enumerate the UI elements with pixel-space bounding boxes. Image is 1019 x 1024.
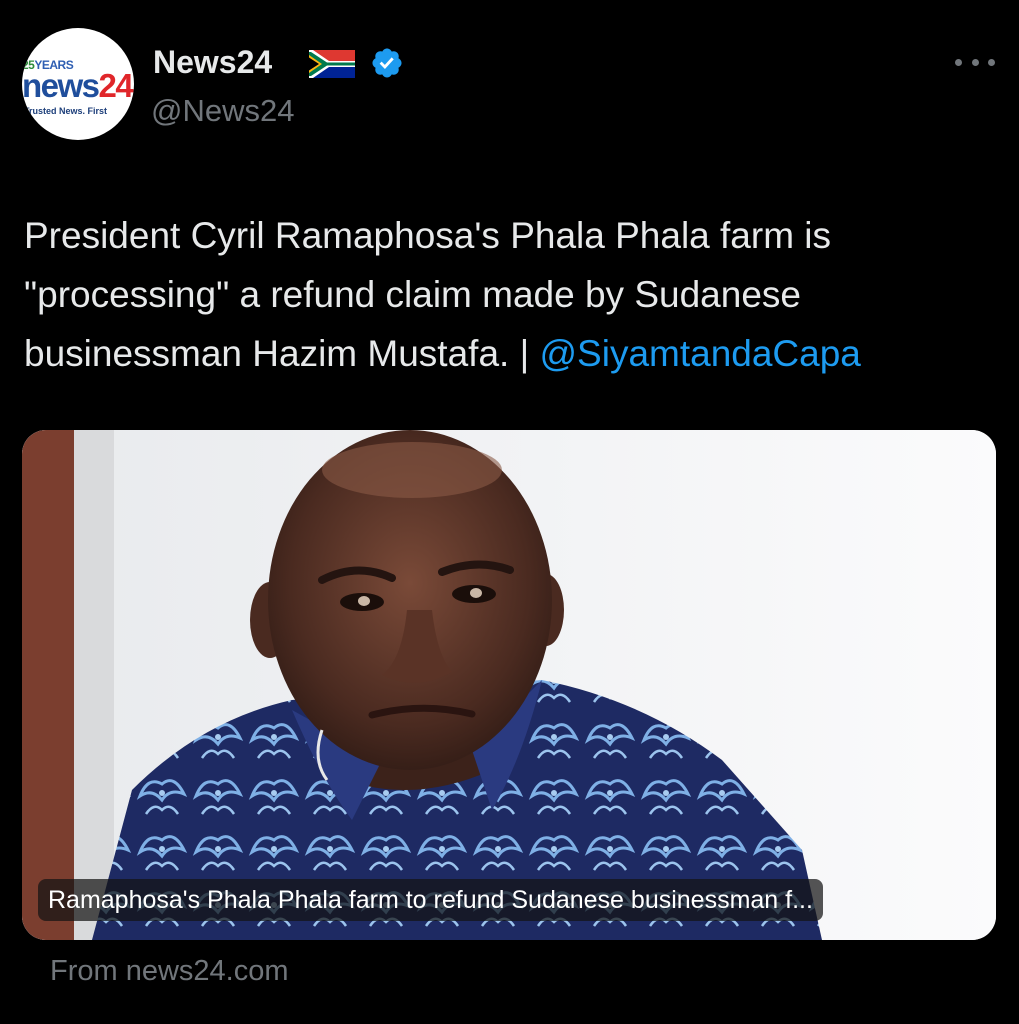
avatar-logo: news24 <box>22 67 134 104</box>
more-options-icon[interactable] <box>955 55 995 69</box>
south-africa-flag-icon <box>309 50 355 78</box>
avatar-tagline: Trusted News. First <box>24 106 108 116</box>
tweet-text: President Cyril Ramaphosa's Phala Phala … <box>24 206 1004 383</box>
link-card[interactable]: Ramaphosa's Phala Phala farm to refund S… <box>22 430 996 940</box>
account-avatar[interactable]: 25YEARS news24 Trusted News. First <box>22 28 134 140</box>
display-name[interactable]: News24 <box>153 40 272 84</box>
article-photo <box>22 430 996 940</box>
verified-badge-icon <box>372 48 402 78</box>
mention-link[interactable]: @SiyamtandaCapa <box>539 333 860 374</box>
account-handle[interactable]: @News24 <box>151 91 294 131</box>
link-source[interactable]: From news24.com <box>50 951 289 991</box>
link-card-title[interactable]: Ramaphosa's Phala Phala farm to refund S… <box>38 879 823 921</box>
